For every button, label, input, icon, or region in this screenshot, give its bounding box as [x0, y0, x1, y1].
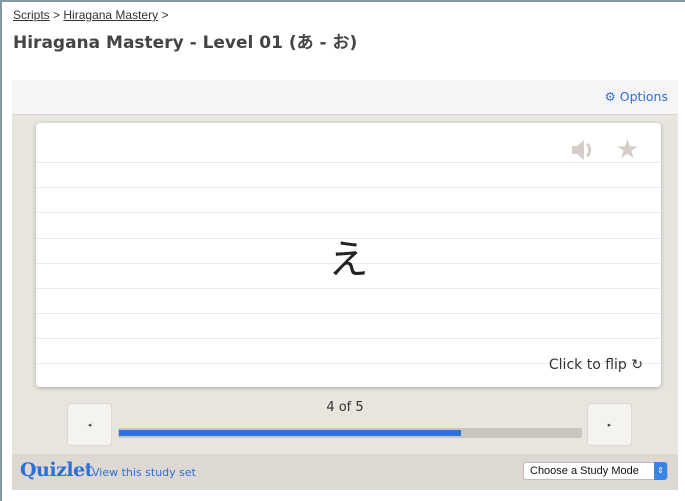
progress-bar — [118, 428, 582, 438]
card-term: え — [328, 237, 369, 283]
flashcard-widget: ⚙ Options ★ え Click to flip ↻ ◂ 4 of 5 ▸… — [12, 80, 678, 490]
breadcrumb: Scripts > Hiragana Mastery > — [13, 8, 168, 22]
study-mode-select[interactable]: Choose a Study Mode ⇕ — [523, 462, 668, 480]
next-button[interactable]: ▸ — [587, 403, 632, 446]
study-mode-value: Choose a Study Mode — [530, 465, 639, 477]
options-bar: ⚙ Options — [12, 80, 678, 115]
flip-label: Click to flip — [548, 357, 627, 373]
speaker-icon[interactable] — [571, 139, 597, 165]
flashcard[interactable]: ★ え Click to flip ↻ — [36, 123, 661, 387]
refresh-icon: ↻ — [631, 357, 643, 373]
options-button[interactable]: ⚙ Options — [605, 89, 668, 104]
view-study-set-link[interactable]: View this study set — [92, 466, 196, 479]
options-label: Options — [619, 89, 668, 104]
gear-icon: ⚙ — [604, 89, 616, 104]
star-icon[interactable]: ★ — [616, 137, 639, 163]
breadcrumb-separator: > — [161, 8, 169, 22]
breadcrumb-scripts[interactable]: Scripts — [13, 8, 50, 22]
select-arrows-icon: ⇕ — [654, 462, 667, 480]
breadcrumb-separator: > — [53, 8, 61, 22]
flip-button[interactable]: Click to flip ↻ — [549, 357, 643, 373]
quizlet-logo[interactable]: Quizlet — [20, 459, 93, 481]
progress-fill — [119, 430, 461, 436]
breadcrumb-hiragana-mastery[interactable]: Hiragana Mastery — [63, 8, 158, 22]
card-counter: 4 of 5 — [326, 400, 364, 415]
page-title: Hiragana Mastery - Level 01 (あ - お) — [13, 33, 358, 53]
footer: Quizlet View this study set Choose a Stu… — [12, 454, 678, 490]
